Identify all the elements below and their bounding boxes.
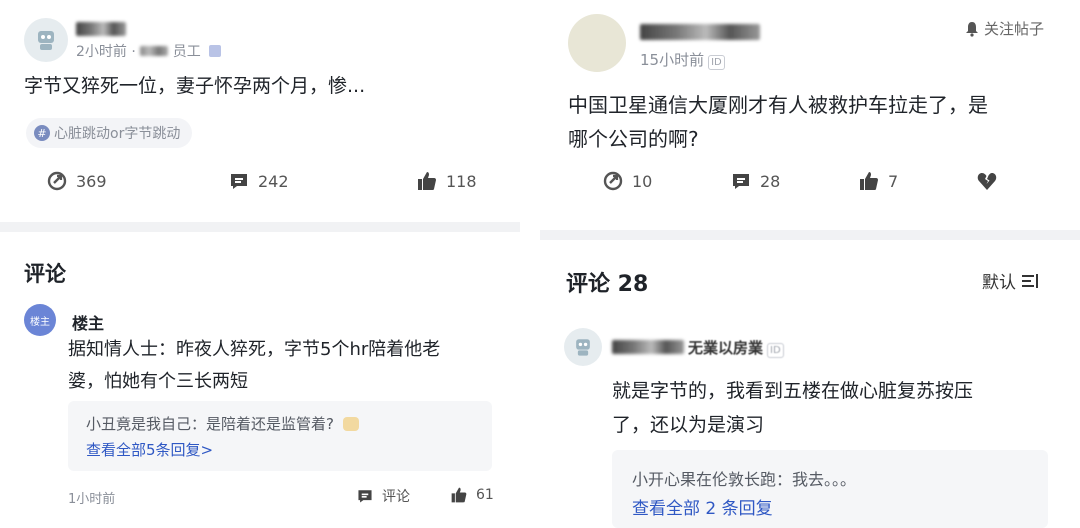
thumbs-up-icon: [451, 487, 467, 503]
sort-label: 默认: [982, 273, 1016, 293]
op-comment-line-2: 婆，怕她有个三长两短: [68, 371, 248, 392]
topic-tag-label: 心脏跳动or字节跳动: [54, 126, 181, 142]
comment-icon: [733, 174, 749, 189]
comments-heading: 评论 28: [566, 272, 649, 297]
hashtag-icon: #: [34, 125, 50, 141]
comment-icon: [231, 174, 247, 189]
comment-count[interactable]: 28: [730, 170, 780, 192]
topic-tag[interactable]: # 心脏跳动or字节跳动: [26, 118, 193, 148]
sort-icon: [1022, 273, 1038, 288]
author-name-redacted: [76, 22, 126, 36]
comment-line-1: 就是字节的，我看到五楼在做心脏复苏按压: [612, 380, 974, 402]
comment-count-value: 28: [760, 171, 781, 191]
right-screenshot: 15小时前 ID 关注帖子 中国卫星通信大厦刚才有人被救护车拉走了，是 哪个公司的…: [540, 0, 1080, 528]
share-icon: [47, 171, 67, 191]
op-avatar[interactable]: 楼主: [24, 304, 56, 336]
robot-avatar-icon: [576, 339, 590, 356]
reply-text: 小丑竟是我自己：是陪着还是监管着?: [86, 415, 334, 433]
post-content[interactable]: 字节又猝死一位，妻子怀孕两个月，惨...: [24, 70, 365, 102]
op-avatar-label: 楼主: [30, 316, 50, 328]
op-name[interactable]: 楼主: [72, 310, 104, 334]
verified-icon: [209, 45, 222, 57]
view-all-replies-link[interactable]: 查看全部5条回复>: [86, 439, 213, 460]
author-role: 员工: [172, 44, 201, 60]
reply-preview: 小开心果在伦敦长跑：我去。。。: [632, 470, 857, 489]
commenter-name[interactable]: 无業以房業 ID: [688, 337, 784, 358]
reply-box[interactable]: 小开心果在伦敦长跑：我去。。。 查看全部 2 条回复: [612, 450, 1048, 528]
author-avatar[interactable]: [24, 18, 68, 62]
comment-like-value: 61: [476, 487, 494, 503]
comment-line-2: 了，还以为是演习: [612, 414, 765, 436]
dislike-button[interactable]: [976, 170, 1006, 192]
comment-icon: [358, 490, 372, 503]
screenshot-separator: [520, 0, 540, 528]
company-redacted: [140, 46, 169, 56]
like-count-value: 7: [888, 171, 899, 191]
robot-avatar-icon: [38, 31, 54, 50]
op-comment-line-1: 据知情人士：昨夜人猝死，字节5个hr陪着他老: [68, 339, 441, 360]
id-badge: ID: [708, 55, 725, 70]
op-comment-text[interactable]: 据知情人士：昨夜人猝死，字节5个hr陪着他老 婆，怕她有个三长两短: [68, 334, 440, 398]
commenter-name-text: 无業以房業: [688, 339, 764, 357]
reply-button[interactable]: 评论: [356, 486, 410, 506]
follow-post-button[interactable]: 关注帖子: [964, 18, 1044, 39]
author-avatar[interactable]: [568, 14, 626, 72]
comment-text[interactable]: 就是字节的，我看到五楼在做心脏复苏按压 了，还以为是演习: [612, 374, 973, 442]
section-divider: [0, 222, 520, 232]
like-count-value: 118: [446, 171, 477, 191]
view-count-value: 369: [76, 171, 107, 191]
reply-button-label: 评论: [382, 489, 410, 505]
thumbs-up-icon: [860, 172, 878, 190]
like-count[interactable]: 118: [416, 170, 477, 192]
view-count-value: 10: [632, 171, 653, 191]
commenter-avatar[interactable]: [564, 328, 602, 366]
post-content[interactable]: 中国卫星通信大厦刚才有人被救护车拉走了，是 哪个公司的啊?: [568, 88, 988, 156]
post-meta: 15小时前 ID: [640, 49, 725, 70]
share-icon: [603, 171, 623, 191]
follow-label: 关注帖子: [984, 20, 1045, 38]
view-all-replies-link[interactable]: 查看全部 2 条回复: [632, 494, 773, 519]
comment-time: 1小时前: [68, 492, 116, 507]
id-badge: ID: [767, 343, 784, 358]
post-meta: 2小时前 · 员工: [76, 41, 222, 61]
like-count[interactable]: 7: [858, 170, 898, 192]
view-count[interactable]: 369: [46, 170, 107, 192]
bell-icon: [966, 21, 978, 37]
post-content-line-2: 哪个公司的啊?: [568, 127, 699, 151]
comment-count[interactable]: 242: [228, 170, 289, 192]
broken-heart-icon: [977, 173, 997, 190]
comments-heading: 评论: [24, 262, 66, 286]
post-time: 15小时前: [640, 51, 705, 69]
author-name-redacted: [640, 24, 760, 40]
reply-box[interactable]: 小丑竟是我自己：是陪着还是监管着? 查看全部5条回复>: [68, 401, 492, 471]
thumbs-up-icon: [418, 172, 436, 190]
post-time: 2小时前 ·: [76, 44, 136, 60]
comment-count-value: 242: [258, 171, 289, 191]
view-count[interactable]: 10: [602, 170, 652, 192]
left-screenshot: 2小时前 · 员工 字节又猝死一位，妻子怀孕两个月，惨... # 心脏跳动or字…: [0, 0, 520, 528]
reply-preview: 小丑竟是我自己：是陪着还是监管着?: [86, 413, 359, 434]
sort-selector[interactable]: 默认: [982, 268, 1040, 293]
section-divider: [540, 230, 1080, 240]
commenter-name-redacted: [612, 340, 684, 354]
cat-emoji-icon: [342, 417, 359, 431]
post-content-line-1: 中国卫星通信大厦刚才有人被救护车拉走了，是: [568, 93, 988, 117]
comment-like-count[interactable]: 61: [450, 486, 494, 504]
